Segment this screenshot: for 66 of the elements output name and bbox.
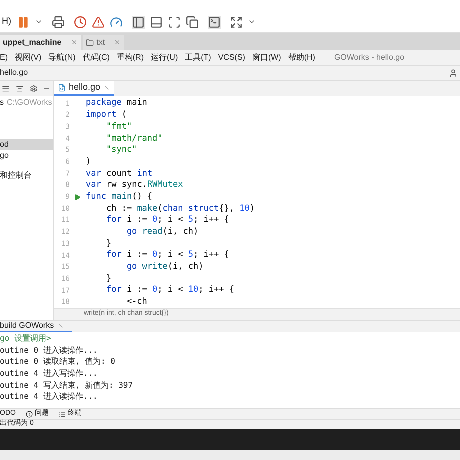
panel-left-icon[interactable] [132,16,144,28]
code-line: import ( [86,109,127,122]
code-line: go read(i, ch) [126,226,199,239]
code-line: "fmt" [105,120,132,134]
code-line: package main [86,97,148,110]
caret-icon[interactable] [248,18,256,26]
folder-icon [86,38,94,46]
copy-icon[interactable] [186,16,198,28]
window-title: GOWorks - hello.go [334,52,405,64]
code-line: ch := make(chan struct{}, 10) [105,202,255,216]
code-line: for i := 0; i < 10; i++ { [105,284,234,298]
clock-icon[interactable] [74,16,86,28]
console-line: outine 0 读取结束, 值为: 0 [0,356,116,368]
run-icon[interactable] [74,194,80,201]
menu-item[interactable]: 运行(U) [151,52,178,64]
menu-item[interactable]: 视图(V) [15,52,42,64]
code-line: for i := 0; i < 5; i++ { [105,249,230,262]
terminal-list-icon [58,410,66,418]
menu-item[interactable]: 导航(N) [48,52,76,64]
go-file-icon [58,84,66,92]
collapse-icon[interactable] [16,84,24,92]
menu-label: H) [2,15,12,28]
breadcrumb[interactable]: hello.go [0,67,28,79]
caret-icon[interactable] [34,18,42,26]
code-line: <-ch [126,296,148,309]
code-line: } [105,238,112,250]
align-icon[interactable] [2,84,10,92]
code-line: var count int [86,168,153,180]
tree-item[interactable]: od [0,139,53,150]
settings-icon[interactable] [30,84,38,92]
gauge-icon[interactable] [110,16,122,28]
scan-icon[interactable] [168,16,180,28]
console-line: outine 4 进入读操作... [0,391,98,404]
menu-item[interactable]: 帮助(H) [288,52,316,64]
menu-item[interactable]: E) [0,52,8,64]
code-line: ) [86,156,92,169]
menu-item[interactable]: VCS(S) [218,52,246,64]
pause-icon[interactable] [16,16,30,28]
printer-icon[interactable] [52,16,64,28]
code-line: func main() { [86,190,153,204]
menu-item[interactable]: 窗口(W) [252,52,282,64]
code-line: for i := 0; i < 5; i++ { [105,214,230,228]
code-line: go write(i, ch) [126,261,204,274]
tree-item[interactable]: 和控制台 [0,170,53,181]
terminal-icon[interactable] [208,16,220,28]
menu-item[interactable]: 代码(C) [82,52,110,64]
alert-icon [26,410,33,418]
code-line: "sync" [105,144,138,157]
window-tab[interactable]: uppet_machine [0,35,81,50]
window-tab[interactable]: txt [82,35,124,50]
code-line: } [105,272,112,286]
code-line: "math/rand" [105,132,163,146]
console-line: outine 0 进入读操作... [0,344,98,356]
console-line: outine 4 写入结束, 新值为: 397 [0,380,134,392]
tree-item[interactable]: go [0,150,53,161]
code-line: var rw sync.RWMutex [86,179,184,192]
menu-item[interactable]: 工具(T) [185,52,212,64]
warning-icon[interactable] [92,16,104,28]
console-line: outine 4 进入写操作... [0,368,98,380]
expand-icon[interactable] [230,16,242,28]
menu-item[interactable]: 重构(R) [116,52,144,64]
editor-tab[interactable]: hello.go [54,81,114,96]
tree-item[interactable]: s C:\GOWorks [0,97,53,108]
console-line: go 设置调用> [0,333,52,345]
user-icon[interactable] [449,68,458,78]
panel-bottom-icon[interactable] [150,16,162,28]
